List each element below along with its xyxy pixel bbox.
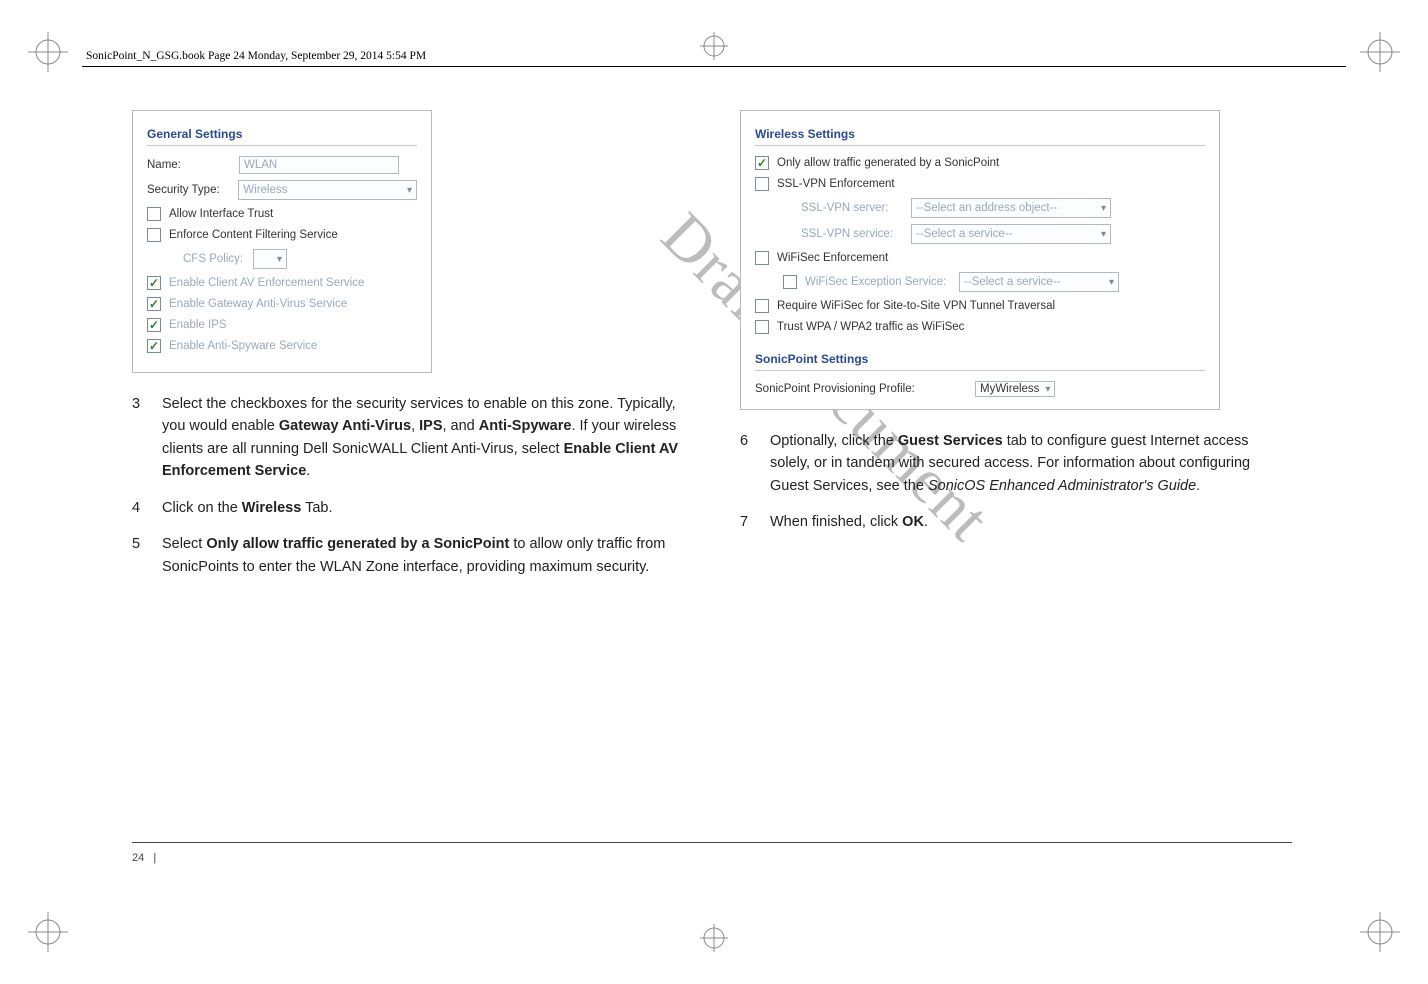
print-mark-icon [1360,32,1400,72]
enable-gateway-av-checkbox[interactable] [147,297,161,311]
security-type-label: Security Type: [147,184,238,196]
enable-client-av-checkbox[interactable] [147,276,161,290]
chevron-down-icon: ▾ [1101,203,1106,214]
allow-interface-trust-label: Allow Interface Trust [169,208,273,220]
enable-antispyware-checkbox[interactable] [147,339,161,353]
require-wifisec-checkbox[interactable] [755,299,769,313]
step-5-text: Select Only allow traffic generated by a… [162,533,684,578]
wireless-settings-panel: Wireless Settings Only allow traffic gen… [740,110,1220,410]
require-wifisec-label: Require WiFiSec for Site-to-Site VPN Tun… [777,300,1055,312]
step-number: 7 [740,511,770,533]
ssl-vpn-enforcement-label: SSL-VPN Enforcement [777,178,895,190]
wifisec-enforcement-label: WiFiSec Enforcement [777,252,888,264]
cfs-policy-select[interactable]: ▾ [253,249,287,269]
ssl-vpn-service-select[interactable]: --Select a service--▾ [911,224,1111,244]
step-number: 6 [740,430,770,497]
enable-antispyware-label: Enable Anti-Spyware Service [169,340,317,352]
print-mark-icon [28,912,68,952]
wifisec-exception-label: WiFiSec Exception Service: [805,276,955,288]
enable-gateway-av-label: Enable Gateway Anti-Virus Service [169,298,347,310]
wifisec-exception-checkbox[interactable] [783,275,797,289]
only-allow-sonicpoint-label: Only allow traffic generated by a SonicP… [777,157,999,169]
step-number: 5 [132,533,162,578]
wifisec-exception-select[interactable]: --Select a service--▾ [959,272,1119,292]
chevron-down-icon: ▾ [407,185,412,196]
print-mark-icon [28,32,68,72]
allow-interface-trust-checkbox[interactable] [147,207,161,221]
wifisec-enforcement-checkbox[interactable] [755,251,769,265]
trust-wpa-label: Trust WPA / WPA2 traffic as WiFiSec [777,321,964,333]
footer-page-number: 24 | [132,852,156,864]
step-4-text: Click on the Wireless Tab. [162,497,684,519]
general-settings-panel: General Settings Name: Security Type: Wi… [132,110,432,373]
enable-client-av-label: Enable Client AV Enforcement Service [169,277,364,289]
enforce-cfs-checkbox[interactable] [147,228,161,242]
ssl-vpn-enforcement-checkbox[interactable] [755,177,769,191]
chevron-down-icon: ▾ [277,254,282,265]
enable-ips-label: Enable IPS [169,319,227,331]
wireless-settings-title: Wireless Settings [755,127,1205,146]
ssl-vpn-server-select[interactable]: --Select an address object--▾ [911,198,1111,218]
only-allow-sonicpoint-checkbox[interactable] [755,156,769,170]
general-settings-title: General Settings [147,127,417,146]
sonicpoint-settings-title: SonicPoint Settings [755,352,1205,371]
enable-ips-checkbox[interactable] [147,318,161,332]
header-text: SonicPoint_N_GSG.book Page 24 Monday, Se… [86,50,426,62]
step-number: 4 [132,497,162,519]
provisioning-profile-select[interactable]: MyWireless▾ [975,381,1055,397]
chevron-down-icon: ▾ [1109,277,1114,288]
name-label: Name: [147,159,239,171]
ssl-vpn-server-label: SSL-VPN server: [801,202,911,214]
chevron-down-icon: ▾ [1045,384,1050,395]
footer-rule [132,842,1292,843]
enforce-cfs-label: Enforce Content Filtering Service [169,229,338,241]
step-number: 3 [132,393,162,483]
crosshair-icon [700,924,728,952]
step-7-text: When finished, click OK. [770,511,1292,533]
print-mark-icon [1360,912,1400,952]
name-input[interactable] [239,156,399,174]
crosshair-icon [700,32,728,60]
security-type-select[interactable]: Wireless▾ [238,180,417,200]
cfs-policy-label: CFS Policy: [183,253,253,265]
ssl-vpn-service-label: SSL-VPN service: [801,228,911,240]
header-rule [82,66,1346,67]
trust-wpa-checkbox[interactable] [755,320,769,334]
step-3-text: Select the checkboxes for the security s… [162,393,684,483]
chevron-down-icon: ▾ [1101,229,1106,240]
provisioning-profile-label: SonicPoint Provisioning Profile: [755,383,975,395]
step-6-text: Optionally, click the Guest Services tab… [770,430,1292,497]
